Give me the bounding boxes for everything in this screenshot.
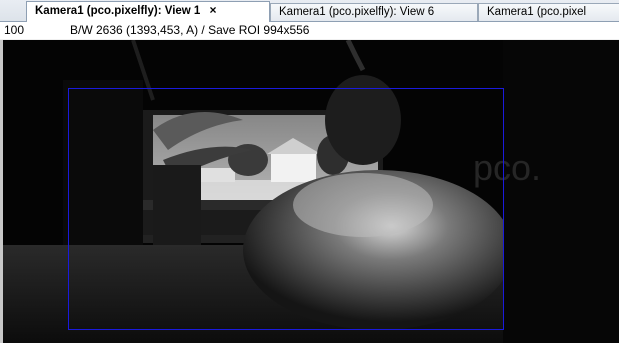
camera-image-view[interactable]: pco. [0,40,619,343]
tab-view-1-label: Kamera1 (pco.pixelfly): View 1 [35,5,201,17]
view-tab-strip: Kamera1 (pco.pixelfly): View 1 × Kamera1… [0,0,619,22]
tab-view-truncated[interactable]: Kamera1 (pco.pixel [478,3,619,21]
close-icon[interactable]: × [210,2,217,19]
tab-view-1[interactable]: Kamera1 (pco.pixelfly): View 1 × [26,1,270,22]
tab-view-6-label: Kamera1 (pco.pixelfly): View 6 [279,6,435,18]
zoom-level: 100 [4,23,25,37]
image-status-bar: 100 B/W 2636 (1393,453, A) / Save ROI 99… [0,22,619,39]
pixel-info: B/W 2636 (1393,453, A) / Save ROI 994x55… [70,23,310,37]
roi-rectangle[interactable] [68,88,504,330]
tab-view-truncated-label: Kamera1 (pco.pixel [487,6,587,18]
tab-view-6[interactable]: Kamera1 (pco.pixelfly): View 6 [270,3,478,21]
